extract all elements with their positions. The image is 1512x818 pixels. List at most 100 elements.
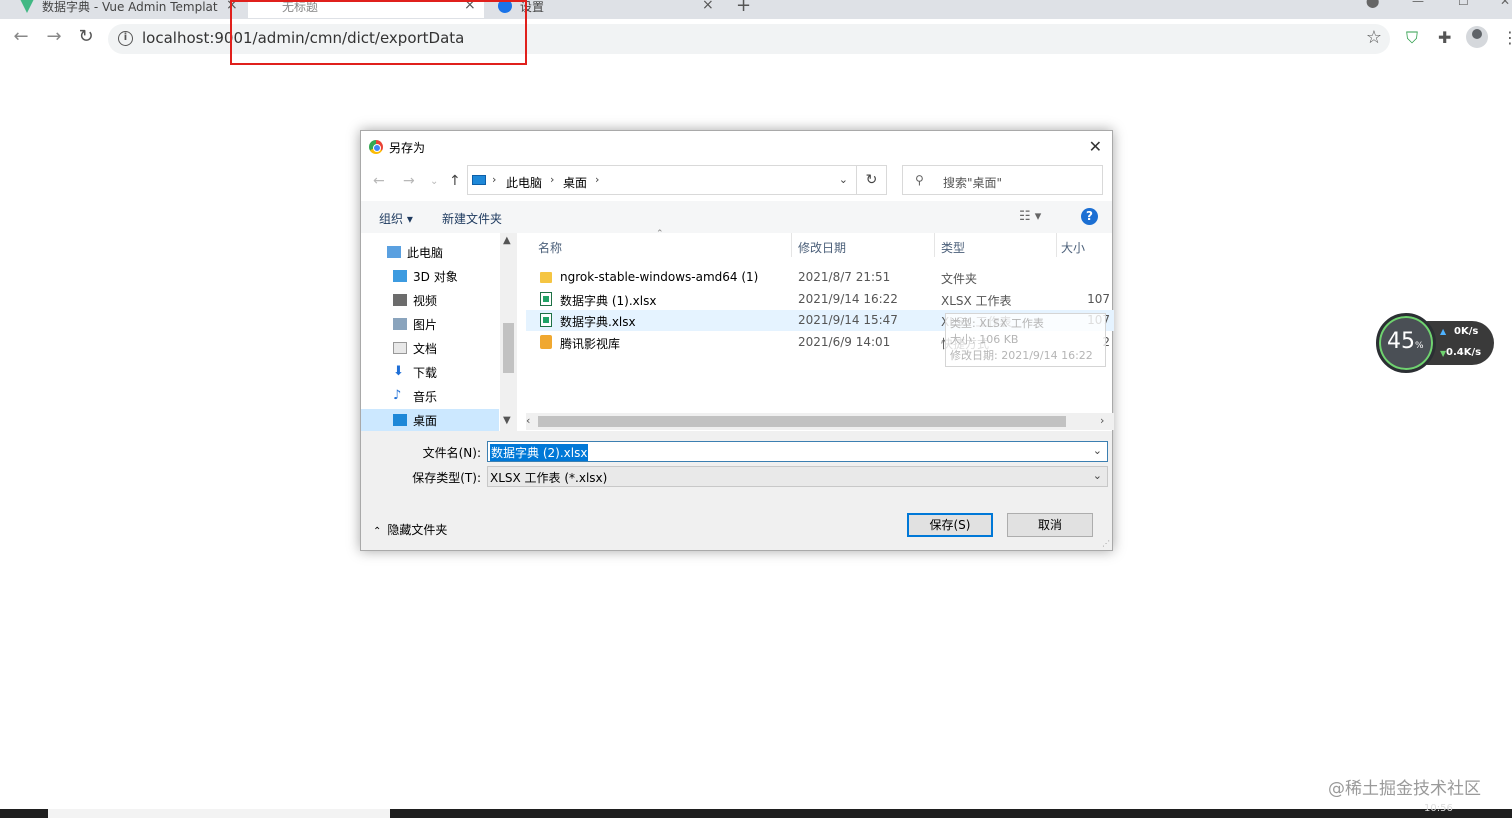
view-options-icon[interactable]: ☷ ▾	[1019, 209, 1041, 224]
column-header-type[interactable]: 类型	[941, 239, 965, 256]
breadcrumb-desktop[interactable]: 桌面	[563, 174, 587, 191]
file-name: ngrok-stable-windows-amd64 (1)	[560, 270, 759, 284]
chrome-icon	[369, 140, 383, 154]
music-icon: ♪	[393, 388, 402, 403]
avatar[interactable]	[1466, 26, 1488, 48]
extension-icon[interactable]: ⛉	[1406, 28, 1418, 48]
scroll-thumb[interactable]	[538, 416, 1066, 427]
chevron-down-icon[interactable]: ⌄	[1093, 469, 1102, 482]
filetype-select[interactable]: XLSX 工作表 (*.xlsx) ⌄	[487, 466, 1108, 487]
chevron-right-icon[interactable]: ›	[595, 173, 599, 186]
forward-icon[interactable]: →	[403, 173, 415, 189]
dialog-breadcrumb[interactable]: › 此电脑 › 桌面 › ⌄	[467, 165, 857, 195]
tree-item-label: 图片	[413, 317, 438, 332]
back-icon[interactable]: ←	[10, 26, 32, 48]
filename-field[interactable]: 数据字典 (2).xlsx ⌄	[487, 441, 1108, 462]
tree-item-label: 3D 对象	[413, 269, 458, 284]
hide-folders-toggle[interactable]: ⌃ 隐藏文件夹	[373, 521, 447, 538]
sort-up-icon: ⌃	[656, 229, 664, 239]
new-tab-button[interactable]: +	[736, 0, 751, 16]
column-divider[interactable]	[934, 233, 935, 257]
tree-item-downloads[interactable]: ⬇ 下载	[393, 361, 515, 383]
dialog-close-button[interactable]: ✕	[1089, 137, 1102, 156]
vue-icon	[20, 0, 34, 13]
tab-settings[interactable]: 设置	[498, 0, 698, 18]
minimize-icon[interactable]: —	[1412, 0, 1424, 8]
tree-item-this-pc[interactable]: 此电脑	[387, 241, 509, 263]
tree-item-3d-objects[interactable]: 3D 对象	[393, 265, 515, 287]
column-header-date[interactable]: 修改日期	[798, 239, 846, 256]
tab-dict[interactable]: 数据字典 - Vue Admin Templat	[20, 0, 230, 18]
filename-label: 文件名(N):	[422, 446, 481, 460]
chevron-right-icon[interactable]: ›	[550, 173, 554, 186]
tab-close-icon[interactable]: ×	[702, 0, 714, 13]
scroll-up-icon[interactable]: ▲	[503, 235, 511, 246]
column-header-size[interactable]: 大小	[1061, 239, 1085, 256]
resize-grip-icon[interactable]: ⋰	[1102, 539, 1110, 548]
info-icon[interactable]: i	[118, 31, 133, 46]
tree-item-videos[interactable]: 视频	[393, 289, 515, 311]
chevron-right-icon[interactable]: ›	[492, 173, 496, 186]
scroll-right-icon[interactable]: ›	[1100, 414, 1104, 427]
picture-icon	[393, 318, 407, 330]
save-as-dialog: 另存为 ✕ ← → ⌄ ↑ › 此电脑 › 桌面 › ⌄ ↻ ⚲ 搜索"桌面" …	[360, 130, 1114, 551]
file-row[interactable]: 数据字典 (1).xlsx 2021/9/14 16:22 XLSX 工作表 1…	[526, 289, 1114, 310]
file-row[interactable]: ngrok-stable-windows-amd64 (1) 2021/8/7 …	[526, 267, 1114, 288]
excel-icon	[540, 313, 552, 327]
search-icon: ⚲	[915, 173, 924, 187]
tree-item-pictures[interactable]: 图片	[393, 313, 515, 335]
back-icon[interactable]: ←	[373, 173, 385, 189]
refresh-button[interactable]: ↻	[857, 165, 887, 195]
maximize-icon[interactable]: ☐	[1458, 0, 1469, 8]
network-monitor-widget[interactable]: 45% ▲ 0K/s ▼ 0.4K/s	[1376, 313, 1494, 373]
upload-arrow-icon: ▲	[1440, 327, 1447, 336]
file-date: 2021/6/9 14:01	[798, 335, 891, 349]
forward-icon[interactable]: →	[43, 26, 65, 48]
file-name: 数据字典 (1).xlsx	[560, 294, 657, 308]
horizontal-scrollbar[interactable]: ‹ ›	[526, 413, 1114, 430]
column-header-name[interactable]: 名称	[538, 239, 562, 256]
column-divider[interactable]	[1056, 233, 1057, 257]
dialog-command-bar: 组织 ▾ 新建文件夹 ☷ ▾ ?	[361, 201, 1112, 233]
breadcrumb-this-pc[interactable]: 此电脑	[506, 174, 542, 191]
file-type: XLSX 工作表	[941, 294, 1012, 308]
file-name: 腾讯影视库	[560, 337, 621, 351]
chevron-down-icon[interactable]: ⌄	[839, 173, 848, 186]
window-close-icon[interactable]: ✕	[1500, 0, 1510, 8]
organize-button[interactable]: 组织 ▾	[379, 210, 413, 227]
scroll-left-icon[interactable]: ‹	[526, 414, 530, 427]
tree-item-desktop[interactable]: 桌面	[361, 409, 499, 431]
desktop-icon	[393, 414, 407, 426]
computer-icon	[472, 175, 486, 185]
tree-item-label: 此电脑	[407, 245, 444, 260]
tree-scrollbar[interactable]: ▲ ▼	[500, 233, 517, 431]
filename-value[interactable]: 数据字典 (2).xlsx	[490, 444, 589, 461]
help-icon[interactable]: ?	[1081, 208, 1098, 225]
taskbar-search[interactable]	[48, 809, 390, 818]
column-divider[interactable]	[791, 233, 792, 257]
bookmark-star-icon[interactable]: ☆	[1366, 27, 1382, 48]
cancel-button[interactable]: 取消	[1007, 513, 1093, 537]
cpu-percent: 45%	[1387, 329, 1424, 354]
search-input[interactable]: ⚲ 搜索"桌面"	[902, 165, 1103, 195]
reload-icon[interactable]: ↻	[75, 26, 97, 48]
video-icon	[393, 294, 407, 306]
up-folder-icon[interactable]: ↑	[449, 173, 461, 189]
tree-item-music[interactable]: ♪ 音乐	[393, 385, 515, 407]
save-button[interactable]: 保存(S)	[907, 513, 993, 537]
file-name: 数据字典.xlsx	[560, 315, 636, 329]
percent-value: 45	[1387, 329, 1415, 354]
chevron-down-icon[interactable]: ⌄	[1093, 444, 1102, 457]
tree-item-label: 视频	[413, 293, 438, 308]
scroll-thumb[interactable]	[503, 323, 514, 373]
puzzle-icon[interactable]: ✚	[1438, 28, 1451, 47]
scroll-down-icon[interactable]: ▼	[503, 415, 511, 426]
new-folder-button[interactable]: 新建文件夹	[442, 210, 502, 227]
tree-item-documents[interactable]: 文档	[393, 337, 515, 359]
menu-icon[interactable]: ⋮	[1502, 28, 1512, 47]
folder-icon	[540, 272, 552, 283]
profile-dropdown-icon[interactable]: ⬤	[1366, 0, 1379, 8]
cube-icon	[393, 270, 407, 282]
filetype-label: 保存类型(T):	[412, 471, 481, 485]
recent-dropdown-icon[interactable]: ⌄	[430, 176, 438, 187]
